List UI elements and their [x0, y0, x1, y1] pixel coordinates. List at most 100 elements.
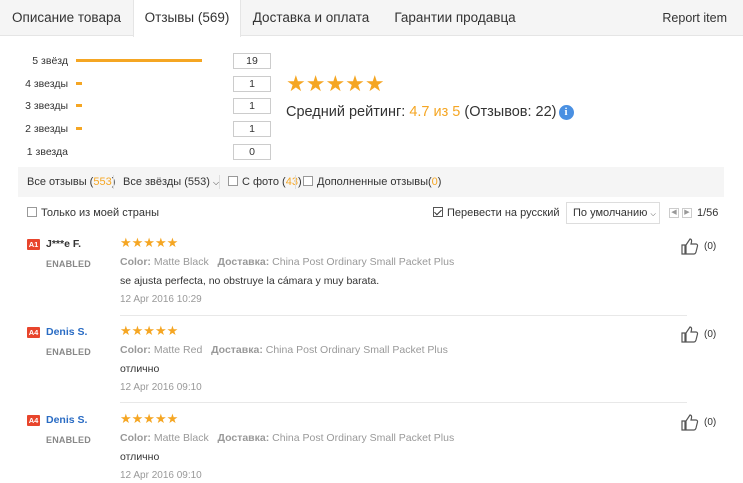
- review-date: 12 Apr 2016 09:10: [120, 382, 202, 393]
- histogram-label: 5 звёзд: [32, 55, 68, 67]
- reviewer-name[interactable]: Denis S.: [46, 413, 87, 427]
- attribute-value: Matte Black: [153, 432, 209, 444]
- buyer-level-badge: A4: [27, 327, 40, 338]
- review-filter-bar: Все отзывы (553) Все звёзды (553) ⌵ С фо…: [18, 167, 724, 197]
- review-attributes: Color: Matte Black Доставка: China Post …: [120, 431, 454, 445]
- reviewer-status: ENABLED: [46, 259, 91, 269]
- histogram-label: 1 звезда: [26, 146, 68, 158]
- sort-dropdown[interactable]: По умолчанию ⌵: [566, 202, 660, 224]
- reviewer-name[interactable]: Denis S.: [46, 325, 87, 339]
- histogram-label: 4 звезды: [25, 78, 68, 90]
- only-my-country-option[interactable]: Только из моей страны: [27, 201, 159, 225]
- tab-guarantees[interactable]: Гарантии продавца: [381, 0, 529, 36]
- translate-option[interactable]: Перевести на русский: [433, 201, 560, 225]
- histogram-bar: [76, 82, 222, 85]
- histogram-label: 2 звезды: [25, 123, 68, 135]
- checkbox[interactable]: [228, 176, 238, 186]
- attribute-key: Color:: [120, 432, 151, 444]
- average-rating-value: 4.7 из 5: [409, 104, 461, 120]
- reviewer-name[interactable]: J***e F.: [46, 237, 81, 251]
- histogram-bar: [76, 59, 222, 62]
- checkbox-checked[interactable]: [433, 207, 443, 217]
- histogram-bar: [76, 127, 222, 130]
- prev-page-icon[interactable]: ◀: [669, 208, 679, 218]
- histogram-count[interactable]: 1: [233, 98, 271, 114]
- filter-with-photo[interactable]: С фото (43): [228, 167, 302, 197]
- thumbs-up-icon[interactable]: [680, 324, 700, 344]
- review-stars: ★★★★★: [120, 411, 179, 426]
- filter-label: Все звёзды (553): [123, 176, 210, 188]
- average-rating-stars: ★★★★★: [286, 71, 385, 96]
- histogram-fill: [76, 82, 82, 85]
- review-stars: ★★★★★: [120, 323, 179, 338]
- thumbs-up-icon[interactable]: [680, 236, 700, 256]
- review-stars: ★★★★★: [120, 235, 179, 250]
- filter-label: Все отзывы: [27, 176, 87, 188]
- reviewer-status: ENABLED: [46, 435, 91, 445]
- attribute-value: China Post Ordinary Small Packet Plus: [272, 256, 455, 268]
- attribute-value: China Post Ordinary Small Packet Plus: [272, 432, 455, 444]
- filter-label: Дополненные отзывы: [317, 176, 428, 188]
- buyer-level-badge: A4: [27, 415, 40, 426]
- histogram-count[interactable]: 1: [233, 76, 271, 92]
- sort-value: По умолчанию: [573, 207, 648, 219]
- tab-shipping[interactable]: Доставка и оплата: [241, 0, 381, 36]
- reviews-count: (Отзывов: 22): [464, 104, 557, 120]
- review-text: отлично: [120, 363, 160, 375]
- filter-all-stars-dropdown[interactable]: Все звёзды (553) ⌵: [123, 167, 219, 198]
- attribute-value: Matte Black: [153, 256, 209, 268]
- histogram-fill: [76, 59, 202, 62]
- like-count: (0): [704, 417, 717, 428]
- average-rating: Средний рейтинг: 4.7 из 5 (Отзывов: 22) i: [286, 104, 574, 120]
- filter-label: С фото: [242, 176, 279, 188]
- info-icon[interactable]: i: [558, 105, 574, 120]
- attribute-key: Color:: [120, 256, 151, 268]
- review-divider: [120, 402, 687, 403]
- attribute-value: Matte Red: [153, 344, 203, 356]
- reviewer-status: ENABLED: [46, 347, 91, 357]
- attribute-key: Доставка:: [211, 344, 263, 356]
- histogram-bar: [76, 104, 222, 107]
- review-text: se ajusta perfecta, no obstruye la cámar…: [120, 275, 380, 287]
- average-rating-label: Средний рейтинг:: [286, 104, 406, 120]
- attribute-key: Доставка:: [217, 256, 270, 268]
- histogram-fill: [76, 127, 82, 130]
- histogram-fill: [76, 104, 82, 107]
- like-count: (0): [704, 329, 717, 340]
- filter-additional-reviews[interactable]: Дополненные отзывы(0): [303, 167, 441, 197]
- histogram-count[interactable]: 1: [233, 121, 271, 137]
- review-attributes: Color: Matte Red Доставка: China Post Or…: [120, 343, 448, 357]
- review-text: отлично: [120, 451, 160, 463]
- attribute-value: China Post Ordinary Small Packet Plus: [265, 344, 448, 356]
- filter-count: 0: [431, 176, 438, 188]
- histogram-count[interactable]: 19: [233, 53, 271, 69]
- page-indicator: 1/56: [697, 207, 719, 219]
- buyer-level-badge: A1: [27, 239, 40, 250]
- report-item-link[interactable]: Report item: [662, 0, 727, 36]
- review-attributes: Color: Matte Black Доставка: China Post …: [120, 255, 454, 269]
- review-date: 12 Apr 2016 10:29: [120, 294, 202, 305]
- divider: [219, 175, 220, 189]
- option-label: Только из моей страны: [41, 207, 159, 219]
- checkbox[interactable]: [27, 207, 37, 217]
- chevron-down-icon: ⌵: [650, 211, 656, 218]
- review-options-row: Только из моей страны Перевести на русск…: [27, 201, 727, 225]
- review-date: 12 Apr 2016 09:10: [120, 470, 202, 481]
- filter-count: 43: [285, 176, 298, 188]
- thumbs-up-icon[interactable]: [680, 412, 700, 432]
- histogram-count[interactable]: 0: [233, 144, 271, 160]
- tab-description[interactable]: Описание товара: [0, 0, 133, 36]
- attribute-key: Доставка:: [217, 432, 270, 444]
- review-divider: [120, 315, 687, 316]
- checkbox[interactable]: [303, 176, 313, 186]
- filter-all-reviews[interactable]: Все отзывы (553): [27, 167, 115, 197]
- divider: [295, 175, 296, 189]
- next-page-icon[interactable]: ▶: [682, 208, 692, 218]
- histogram-bar: [76, 150, 222, 153]
- tab-reviews[interactable]: Отзывы (569): [133, 0, 241, 37]
- filter-count: 553: [93, 176, 112, 188]
- histogram-label: 3 звезды: [25, 100, 68, 112]
- divider: [113, 175, 114, 189]
- tab-bar: Описание товара Отзывы (569) Доставка и …: [0, 0, 743, 37]
- attribute-key: Color:: [120, 344, 151, 356]
